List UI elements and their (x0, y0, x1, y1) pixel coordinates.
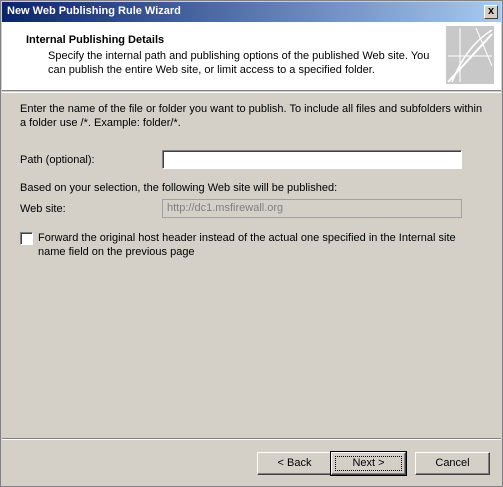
focus-rect (335, 456, 402, 471)
header-divider (2, 92, 501, 93)
based-on-text: Based on your selection, the following W… (20, 182, 338, 194)
title-bar[interactable]: New Web Publishing Rule Wizard x (2, 2, 501, 22)
cancel-button[interactable]: Cancel (415, 452, 490, 475)
next-button[interactable]: Next > (330, 451, 407, 476)
page-title: Internal Publishing Details (26, 34, 165, 46)
window-title: New Web Publishing Rule Wizard (7, 5, 181, 17)
close-icon[interactable]: x (484, 5, 498, 19)
web-site-label: Web site: (20, 203, 66, 215)
web-site-field: http://dc1.msfirewall.org (162, 199, 462, 218)
back-button[interactable]: < Back (257, 452, 332, 475)
intro-text: Enter the name of the file or folder you… (20, 103, 483, 129)
forward-host-header-checkbox[interactable] (20, 232, 33, 245)
wizard-window: New Web Publishing Rule Wizard x Interna… (0, 0, 503, 487)
wizard-logo-icon (446, 26, 494, 84)
path-input[interactable] (162, 150, 462, 169)
page-description: Specify the internal path and publishing… (48, 50, 430, 76)
path-label: Path (optional): (20, 154, 95, 166)
forward-host-header-label[interactable]: Forward the original host header instead… (38, 231, 468, 259)
footer-divider-highlight (2, 439, 501, 440)
wizard-header: Internal Publishing Details Specify the … (2, 22, 501, 91)
